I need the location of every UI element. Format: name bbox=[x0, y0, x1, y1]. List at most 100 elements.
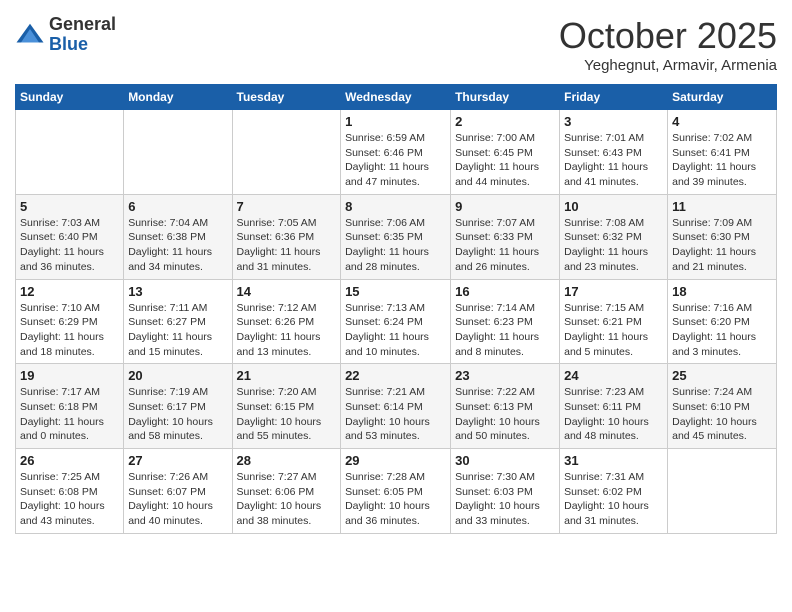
day-info: Sunrise: 7:10 AM Sunset: 6:29 PM Dayligh… bbox=[20, 301, 119, 360]
calendar-cell: 4Sunrise: 7:02 AM Sunset: 6:41 PM Daylig… bbox=[668, 110, 777, 195]
day-info: Sunrise: 7:20 AM Sunset: 6:15 PM Dayligh… bbox=[237, 385, 337, 444]
calendar-cell bbox=[124, 110, 232, 195]
day-number: 9 bbox=[455, 199, 555, 214]
day-number: 1 bbox=[345, 114, 446, 129]
day-info: Sunrise: 7:00 AM Sunset: 6:45 PM Dayligh… bbox=[455, 131, 555, 190]
calendar-cell: 7Sunrise: 7:05 AM Sunset: 6:36 PM Daylig… bbox=[232, 194, 341, 279]
calendar-cell bbox=[16, 110, 124, 195]
calendar-cell: 17 Sunrise: 7:15 AM Sunset: 6:21 PM Dayli… bbox=[560, 279, 668, 364]
day-number: 22 bbox=[345, 368, 446, 383]
day-number: 11 bbox=[672, 199, 772, 214]
calendar-table: SundayMondayTuesdayWednesdayThursdayFrid… bbox=[15, 84, 777, 534]
title-block: October 2025 Yeghegnut, Armavir, Armenia bbox=[559, 15, 777, 74]
day-info: Sunrise: 7:13 AM Sunset: 6:24 PM Dayligh… bbox=[345, 301, 446, 360]
logo: General Blue bbox=[15, 15, 116, 55]
calendar-cell: 14Sunrise: 7:12 AM Sunset: 6:26 PM Dayli… bbox=[232, 279, 341, 364]
calendar-cell: 26 Sunrise: 7:25 AM Sunset: 6:08 PM Dayli… bbox=[16, 449, 124, 534]
calendar-week-row: 1 Sunrise: 6:59 AM Sunset: 6:46 PM Daylig… bbox=[16, 110, 777, 195]
location: Yeghegnut, Armavir, Armenia bbox=[559, 57, 777, 74]
calendar-cell: 25Sunrise: 7:24 AM Sunset: 6:10 PM Dayli… bbox=[668, 364, 777, 449]
day-number: 6 bbox=[128, 199, 227, 214]
day-number: 30 bbox=[455, 453, 555, 468]
weekday-header: Wednesday bbox=[341, 85, 451, 110]
calendar-cell: 16 Sunrise: 7:14 AM Sunset: 6:23 PM Dayli… bbox=[451, 279, 560, 364]
day-number: 28 bbox=[237, 453, 337, 468]
weekday-header: Thursday bbox=[451, 85, 560, 110]
day-number: 13 bbox=[128, 284, 227, 299]
calendar-cell: 18 Sunrise: 7:16 AM Sunset: 6:20 PM Dayli… bbox=[668, 279, 777, 364]
day-info: Sunrise: 7:03 AM Sunset: 6:40 PM Dayligh… bbox=[20, 216, 119, 275]
day-number: 17 bbox=[564, 284, 663, 299]
calendar-week-row: 26 Sunrise: 7:25 AM Sunset: 6:08 PM Dayli… bbox=[16, 449, 777, 534]
day-number: 20 bbox=[128, 368, 227, 383]
day-info: Sunrise: 7:27 AM Sunset: 6:06 PM Dayligh… bbox=[237, 470, 337, 529]
day-number: 2 bbox=[455, 114, 555, 129]
day-info: Sunrise: 7:19 AM Sunset: 6:17 PM Dayligh… bbox=[128, 385, 227, 444]
calendar-cell: 2 Sunrise: 7:00 AM Sunset: 6:45 PM Daylig… bbox=[451, 110, 560, 195]
logo-icon bbox=[15, 20, 45, 50]
day-info: Sunrise: 7:22 AM Sunset: 6:13 PM Dayligh… bbox=[455, 385, 555, 444]
day-number: 27 bbox=[128, 453, 227, 468]
calendar-cell: 24Sunrise: 7:23 AM Sunset: 6:11 PM Dayli… bbox=[560, 364, 668, 449]
calendar-cell: 5 Sunrise: 7:03 AM Sunset: 6:40 PM Daylig… bbox=[16, 194, 124, 279]
weekday-header: Monday bbox=[124, 85, 232, 110]
day-number: 26 bbox=[20, 453, 119, 468]
day-info: Sunrise: 7:09 AM Sunset: 6:30 PM Dayligh… bbox=[672, 216, 772, 275]
day-number: 8 bbox=[345, 199, 446, 214]
calendar-cell: 22Sunrise: 7:21 AM Sunset: 6:14 PM Dayli… bbox=[341, 364, 451, 449]
page-header: General Blue October 2025 Yeghegnut, Arm… bbox=[15, 15, 777, 74]
day-info: Sunrise: 7:11 AM Sunset: 6:27 PM Dayligh… bbox=[128, 301, 227, 360]
day-number: 10 bbox=[564, 199, 663, 214]
day-info: Sunrise: 7:12 AM Sunset: 6:26 PM Dayligh… bbox=[237, 301, 337, 360]
day-info: Sunrise: 7:06 AM Sunset: 6:35 PM Dayligh… bbox=[345, 216, 446, 275]
day-info: Sunrise: 7:16 AM Sunset: 6:20 PM Dayligh… bbox=[672, 301, 772, 360]
weekday-header: Saturday bbox=[668, 85, 777, 110]
day-info: Sunrise: 7:04 AM Sunset: 6:38 PM Dayligh… bbox=[128, 216, 227, 275]
calendar-cell: 28 Sunrise: 7:27 AM Sunset: 6:06 PM Dayli… bbox=[232, 449, 341, 534]
day-info: Sunrise: 7:24 AM Sunset: 6:10 PM Dayligh… bbox=[672, 385, 772, 444]
day-number: 5 bbox=[20, 199, 119, 214]
day-info: Sunrise: 7:05 AM Sunset: 6:36 PM Dayligh… bbox=[237, 216, 337, 275]
calendar-cell: 13 Sunrise: 7:11 AM Sunset: 6:27 PM Dayli… bbox=[124, 279, 232, 364]
day-info: Sunrise: 7:25 AM Sunset: 6:08 PM Dayligh… bbox=[20, 470, 119, 529]
calendar-cell: 19 Sunrise: 7:17 AM Sunset: 6:18 PM Dayli… bbox=[16, 364, 124, 449]
day-info: Sunrise: 7:26 AM Sunset: 6:07 PM Dayligh… bbox=[128, 470, 227, 529]
day-info: Sunrise: 7:08 AM Sunset: 6:32 PM Dayligh… bbox=[564, 216, 663, 275]
calendar-cell bbox=[668, 449, 777, 534]
day-info: Sunrise: 7:30 AM Sunset: 6:03 PM Dayligh… bbox=[455, 470, 555, 529]
calendar-cell: 1 Sunrise: 6:59 AM Sunset: 6:46 PM Daylig… bbox=[341, 110, 451, 195]
logo-text: General Blue bbox=[49, 15, 116, 55]
day-info: Sunrise: 7:28 AM Sunset: 6:05 PM Dayligh… bbox=[345, 470, 446, 529]
weekday-header: Friday bbox=[560, 85, 668, 110]
day-number: 23 bbox=[455, 368, 555, 383]
calendar-cell: 21 Sunrise: 7:20 AM Sunset: 6:15 PM Dayli… bbox=[232, 364, 341, 449]
calendar-cell: 27 Sunrise: 7:26 AM Sunset: 6:07 PM Dayli… bbox=[124, 449, 232, 534]
calendar-week-row: 12 Sunrise: 7:10 AM Sunset: 6:29 PM Dayli… bbox=[16, 279, 777, 364]
day-info: Sunrise: 7:02 AM Sunset: 6:41 PM Dayligh… bbox=[672, 131, 772, 190]
logo-general: General bbox=[49, 15, 116, 35]
calendar-cell: 8 Sunrise: 7:06 AM Sunset: 6:35 PM Daylig… bbox=[341, 194, 451, 279]
day-info: Sunrise: 7:23 AM Sunset: 6:11 PM Dayligh… bbox=[564, 385, 663, 444]
day-info: Sunrise: 7:15 AM Sunset: 6:21 PM Dayligh… bbox=[564, 301, 663, 360]
day-number: 18 bbox=[672, 284, 772, 299]
calendar-cell: 29 Sunrise: 7:28 AM Sunset: 6:05 PM Dayli… bbox=[341, 449, 451, 534]
day-number: 3 bbox=[564, 114, 663, 129]
day-number: 12 bbox=[20, 284, 119, 299]
day-number: 16 bbox=[455, 284, 555, 299]
day-info: Sunrise: 7:17 AM Sunset: 6:18 PM Dayligh… bbox=[20, 385, 119, 444]
calendar-week-row: 5 Sunrise: 7:03 AM Sunset: 6:40 PM Daylig… bbox=[16, 194, 777, 279]
calendar-cell: 23 Sunrise: 7:22 AM Sunset: 6:13 PM Dayli… bbox=[451, 364, 560, 449]
day-info: Sunrise: 7:07 AM Sunset: 6:33 PM Dayligh… bbox=[455, 216, 555, 275]
month-title: October 2025 bbox=[559, 15, 777, 57]
day-info: Sunrise: 6:59 AM Sunset: 6:46 PM Dayligh… bbox=[345, 131, 446, 190]
calendar-cell bbox=[232, 110, 341, 195]
calendar-cell: 30 Sunrise: 7:30 AM Sunset: 6:03 PM Dayli… bbox=[451, 449, 560, 534]
day-number: 29 bbox=[345, 453, 446, 468]
day-info: Sunrise: 7:14 AM Sunset: 6:23 PM Dayligh… bbox=[455, 301, 555, 360]
calendar-cell: 20 Sunrise: 7:19 AM Sunset: 6:17 PM Dayli… bbox=[124, 364, 232, 449]
weekday-header: Sunday bbox=[16, 85, 124, 110]
day-number: 19 bbox=[20, 368, 119, 383]
day-number: 21 bbox=[237, 368, 337, 383]
weekday-header: Tuesday bbox=[232, 85, 341, 110]
day-info: Sunrise: 7:01 AM Sunset: 6:43 PM Dayligh… bbox=[564, 131, 663, 190]
